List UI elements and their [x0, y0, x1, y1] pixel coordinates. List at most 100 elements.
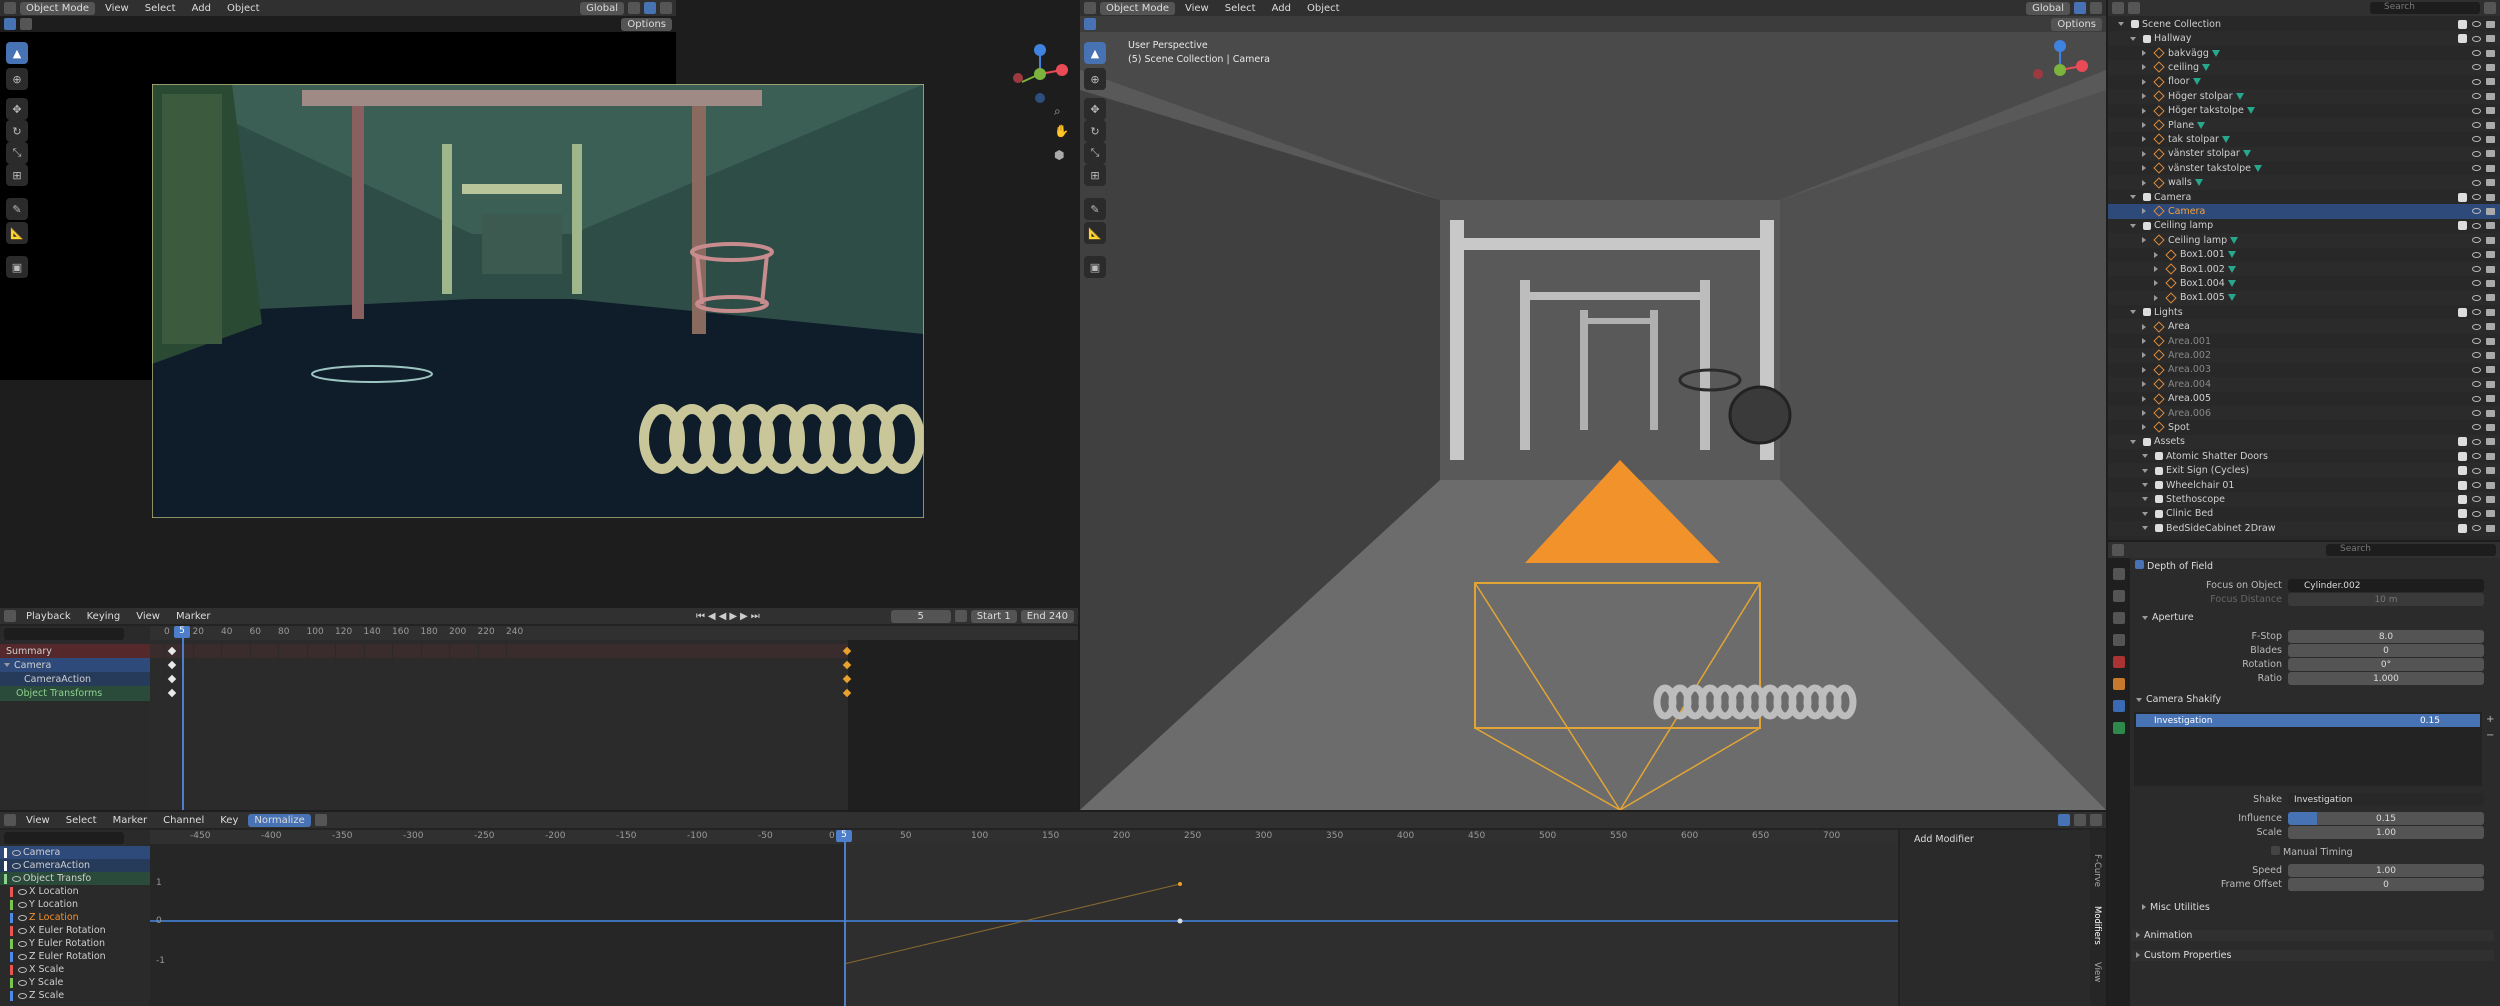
- graph-channel[interactable]: X Euler Rotation: [0, 924, 150, 937]
- visibility-eye-icon[interactable]: [18, 901, 27, 908]
- render-camera-icon[interactable]: [2486, 265, 2495, 273]
- graph-channel[interactable]: Z Scale: [0, 989, 150, 1002]
- tool-measure-icon[interactable]: 📐: [6, 222, 28, 244]
- timeline-menu-view[interactable]: View: [130, 611, 166, 622]
- render-camera-icon[interactable]: [2486, 510, 2495, 518]
- graph-channel-group[interactable]: CameraAction: [0, 859, 150, 872]
- timeline-ruler[interactable]: 0 20 40 60 80 100 120 140 160 180 200 220 240: [150, 626, 1078, 640]
- left-nav-gizmo-icon[interactable]: [1010, 44, 1070, 104]
- render-camera-icon[interactable]: [2486, 135, 2495, 143]
- fcurve-plot[interactable]: [150, 844, 1898, 1006]
- exclude-checkbox[interactable]: [2458, 307, 2467, 317]
- render-camera-icon[interactable]: [2486, 279, 2495, 287]
- list-remove-icon[interactable]: −: [2486, 730, 2494, 741]
- tab-view[interactable]: View: [2092, 962, 2102, 982]
- outliner-row[interactable]: Area: [2108, 319, 2500, 334]
- hide-eye-icon[interactable]: [2472, 107, 2481, 114]
- normalize-refresh-icon[interactable]: [314, 814, 327, 826]
- graph-menu-channel[interactable]: Channel: [157, 815, 210, 826]
- preview-range-icon[interactable]: [954, 610, 967, 622]
- exclude-checkbox[interactable]: [2458, 523, 2467, 533]
- shake-select[interactable]: Investigation: [2288, 793, 2484, 806]
- tab-render-icon[interactable]: [2113, 590, 2125, 602]
- visibility-eye-icon[interactable]: [12, 849, 21, 856]
- render-camera-icon[interactable]: [2486, 380, 2495, 388]
- left-pan-icon[interactable]: ✋: [1054, 124, 1069, 138]
- tool-transform-icon[interactable]: ⊞: [6, 164, 28, 186]
- graph-channel[interactable]: Y Euler Rotation: [0, 937, 150, 950]
- custom-properties-panel[interactable]: Custom Properties: [2132, 950, 2494, 961]
- focus-distance-field[interactable]: 10 m: [2288, 593, 2484, 606]
- outliner-row[interactable]: Lights: [2108, 305, 2500, 320]
- outliner-row[interactable]: Höger stolpar: [2108, 89, 2500, 104]
- graph-search-input[interactable]: [4, 832, 124, 844]
- timeline-search-input[interactable]: [4, 628, 124, 640]
- outliner-row[interactable]: Wheelchair 01: [2108, 478, 2500, 493]
- outliner-row[interactable]: Ceiling lamp: [2108, 233, 2500, 248]
- graph-snap-icon[interactable]: [2074, 814, 2086, 826]
- right-menu-object[interactable]: Object: [1301, 3, 1346, 14]
- hide-eye-icon[interactable]: [2472, 309, 2481, 316]
- outliner-row[interactable]: Box1.005: [2108, 290, 2500, 306]
- channel-object-transforms[interactable]: Object Transforms: [0, 686, 150, 701]
- transform-orientation[interactable]: Global: [580, 1, 624, 15]
- select-mode-icon[interactable]: [20, 18, 32, 30]
- list-add-icon[interactable]: +: [2486, 714, 2494, 725]
- hide-eye-icon[interactable]: [2472, 323, 2481, 330]
- graph-menu-marker[interactable]: Marker: [107, 815, 154, 826]
- animation-panel[interactable]: Animation: [2132, 930, 2494, 941]
- right-select-box-icon[interactable]: [1084, 18, 1096, 30]
- hide-eye-icon[interactable]: [2472, 453, 2481, 460]
- hide-eye-icon[interactable]: [2472, 136, 2481, 143]
- hide-eye-icon[interactable]: [2472, 64, 2481, 71]
- outliner-editor-icon[interactable]: [2112, 2, 2124, 14]
- tool-add-cube-icon[interactable]: ▣: [6, 256, 28, 278]
- exclude-checkbox[interactable]: [2458, 192, 2467, 202]
- graph-channel-group[interactable]: Camera: [0, 846, 150, 859]
- tool-move-icon[interactable]: ✥: [6, 98, 28, 120]
- outliner-search-input[interactable]: Search: [2370, 2, 2480, 14]
- tab-camera-data-icon[interactable]: [2113, 722, 2125, 734]
- influence-slider[interactable]: 0.15: [2288, 812, 2484, 825]
- r-tool-add-cube-icon[interactable]: ▣: [1084, 256, 1106, 278]
- outliner-row[interactable]: walls: [2108, 175, 2500, 190]
- render-camera-icon[interactable]: [2486, 164, 2495, 172]
- render-camera-icon[interactable]: [2486, 179, 2495, 187]
- misc-utilities-panel[interactable]: Misc Utilities: [2138, 902, 2210, 913]
- render-camera-icon[interactable]: [2486, 308, 2495, 316]
- render-camera-icon[interactable]: [2486, 35, 2495, 43]
- outliner-row[interactable]: Area.006: [2108, 405, 2500, 421]
- current-frame-field[interactable]: 5: [890, 609, 951, 623]
- render-camera-icon[interactable]: [2486, 63, 2495, 71]
- outliner-row[interactable]: Atomic Shatter Doors: [2108, 449, 2500, 464]
- tab-world-icon[interactable]: [2113, 656, 2125, 668]
- exclude-checkbox[interactable]: [2458, 19, 2467, 29]
- tab-modifiers[interactable]: Modifiers: [2092, 906, 2102, 945]
- options-button[interactable]: Options: [621, 17, 672, 31]
- keyframe[interactable]: [167, 660, 177, 670]
- outliner-row[interactable]: Assets: [2108, 434, 2500, 450]
- menu-select[interactable]: Select: [139, 3, 182, 14]
- shakify-panel-header[interactable]: Camera Shakify: [2132, 694, 2221, 705]
- outliner-row[interactable]: Box1.004: [2108, 276, 2500, 291]
- outliner-row[interactable]: Spot: [2108, 420, 2500, 435]
- rotation-field[interactable]: 0°: [2288, 658, 2484, 671]
- right-editor-type-icon[interactable]: [1084, 2, 1096, 14]
- outliner-row[interactable]: bakvägg: [2108, 46, 2500, 61]
- hide-eye-icon[interactable]: [2472, 395, 2481, 402]
- render-camera-icon[interactable]: [2486, 20, 2495, 28]
- render-camera-icon[interactable]: [2486, 294, 2495, 302]
- exclude-checkbox[interactable]: [2458, 451, 2467, 461]
- outliner[interactable]: Search Scene Collection Hallway bakvägg cei…: [2108, 0, 2500, 540]
- properties-editor-icon[interactable]: [2112, 544, 2124, 556]
- render-camera-icon[interactable]: [2486, 395, 2495, 403]
- hide-eye-icon[interactable]: [2472, 525, 2481, 532]
- tool-cursor-icon[interactable]: ⊕: [6, 68, 28, 90]
- render-camera-icon[interactable]: [2486, 409, 2495, 417]
- right-menu-add[interactable]: Add: [1266, 3, 1297, 14]
- timeline-menu-keying[interactable]: Keying: [81, 611, 127, 622]
- hide-eye-icon[interactable]: [2472, 150, 2481, 157]
- outliner-row[interactable]: Area.005: [2108, 391, 2500, 406]
- outliner-row[interactable]: Camera: [2108, 204, 2500, 219]
- visibility-eye-icon[interactable]: [18, 888, 27, 895]
